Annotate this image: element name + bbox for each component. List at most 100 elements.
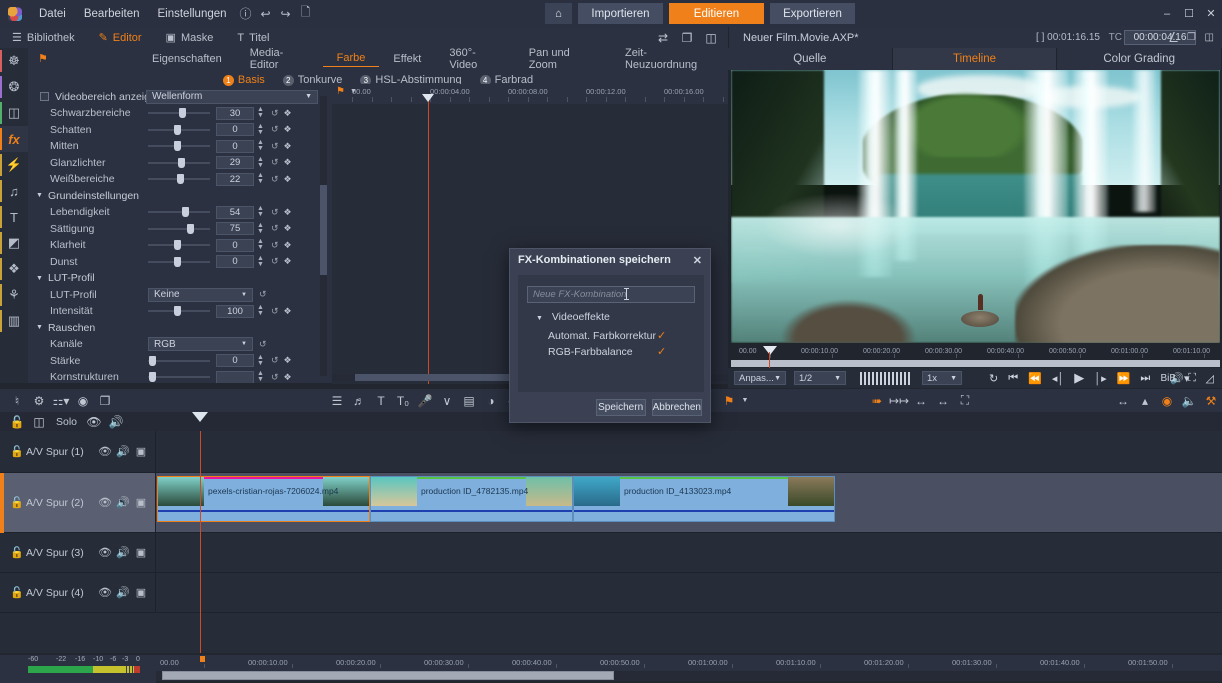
close-icon[interactable]: ✕ <box>693 254 702 267</box>
undo-icon[interactable]: ↩ <box>256 7 276 21</box>
layers-icon[interactable]: ❖ <box>0 256 28 282</box>
spinner-icon[interactable]: ▲ ▼ <box>256 222 265 235</box>
keyframe-icon[interactable]: ▣ <box>132 586 150 599</box>
title-t-icon[interactable]: T <box>370 394 392 408</box>
editor-tab-3[interactable]: Effekt <box>379 53 435 65</box>
import-button[interactable]: Importieren <box>578 3 663 24</box>
skip-start-icon[interactable]: ⏮ <box>1003 372 1023 385</box>
slider-knob[interactable] <box>173 256 181 267</box>
param-value-field[interactable]: 100 <box>216 304 254 318</box>
maximize-icon[interactable]: ☐ <box>1178 7 1200 20</box>
eye-icon[interactable]: 👁 <box>96 586 114 599</box>
param-slider[interactable] <box>148 157 210 169</box>
transition-icon[interactable]: ❂ <box>0 74 28 100</box>
reset-icon[interactable]: ↺ <box>271 207 279 218</box>
spinner-icon[interactable]: ▲ ▼ <box>256 123 265 136</box>
editor-tab-0[interactable]: Eigenschaften <box>138 53 236 65</box>
pointer-tool-icon[interactable]: ➠ <box>866 394 888 408</box>
keyframe-icon[interactable]: ❖ <box>284 372 292 383</box>
spinner-icon[interactable]: ▲ ▼ <box>256 304 265 317</box>
detach-icon[interactable]: ❐ <box>1187 32 1196 43</box>
help-icon[interactable]: ⓘ <box>236 5 256 22</box>
param-group[interactable]: ▼ Rauschen <box>28 320 328 337</box>
slider-knob[interactable] <box>177 174 185 185</box>
param-value-field[interactable] <box>216 370 254 383</box>
cancel-button[interactable]: Abbrechen <box>651 399 702 416</box>
play-icon[interactable]: ▶ <box>1069 370 1089 386</box>
storyboard-icon[interactable]: ▤ <box>458 394 480 408</box>
keyframe-icon[interactable]: ❖ <box>284 124 292 135</box>
param-value-field[interactable]: 0 <box>216 123 254 137</box>
slider-knob[interactable] <box>149 355 157 366</box>
timeline-track-1[interactable]: 🔓 A/V Spur (1) 👁 🔊 ▣ <box>0 431 1222 473</box>
speed-select[interactable]: 1x ▼ <box>922 371 962 385</box>
param-slider[interactable] <box>148 239 210 251</box>
param-slider[interactable] <box>148 305 210 317</box>
editor-tab-5[interactable]: Pan und Zoom <box>515 47 611 71</box>
editor-subtab-0[interactable]: 1 Basis <box>222 74 265 86</box>
track-header[interactable]: 🔓 A/V Spur (4) 👁 🔊 ▣ <box>0 573 156 613</box>
fx-orange-icon[interactable]: ◉ <box>1156 394 1178 408</box>
solo-button[interactable]: Solo <box>50 416 83 428</box>
timeline-track-2[interactable]: 🔓 A/V Spur (2) 👁 🔊 ▣ pexels-cristian-rojas-72… <box>0 473 1222 533</box>
mode-editor[interactable]: ✎ Editor <box>87 31 154 45</box>
mode-titel[interactable]: T Titel <box>225 32 281 44</box>
split-view-icon[interactable]: ◫ <box>1205 32 1214 43</box>
track-settings-icon[interactable]: ⚙ <box>28 394 50 408</box>
param-group[interactable]: ▼ LUT-Profil <box>28 270 328 287</box>
voice-record-icon[interactable]: 🎤 <box>414 394 436 408</box>
track-lane[interactable] <box>156 431 1222 473</box>
param-slider[interactable] <box>148 206 210 218</box>
fit-select[interactable]: Anpas... ▼ <box>734 371 786 385</box>
param-slider[interactable] <box>148 107 210 119</box>
lightning-effect-icon[interactable]: ⚡ <box>0 152 28 178</box>
folder-icon[interactable]: ◫ <box>0 100 28 126</box>
slider-knob[interactable] <box>173 124 181 135</box>
close-icon[interactable]: ✕ <box>1200 7 1222 20</box>
keyframe-icon[interactable]: ❖ <box>284 256 292 267</box>
eye-icon[interactable]: 👁 <box>96 546 114 559</box>
param-select[interactable]: Keine ▼ <box>148 287 253 302</box>
mode-bibliothek[interactable]: ☰ Bibliothek <box>0 31 87 45</box>
track-header[interactable]: 🔓 A/V Spur (3) 👁 🔊 ▣ <box>0 533 156 573</box>
spinner-icon[interactable]: ▲ ▼ <box>256 156 265 169</box>
speaker-icon[interactable]: 🔊 <box>114 586 132 599</box>
reset-icon[interactable]: ↺ <box>271 157 279 168</box>
track-header[interactable]: 🔓 A/V Spur (1) 👁 🔊 ▣ <box>0 431 156 473</box>
track-header[interactable]: 🔓 A/V Spur (2) 👁 🔊 ▣ <box>0 473 156 533</box>
menu-einstellungen[interactable]: Einstellungen <box>148 4 235 24</box>
editor-timeline-scroll-thumb[interactable] <box>355 374 515 381</box>
edit-button[interactable]: Editieren <box>669 3 764 24</box>
quality-select[interactable]: 1/2 ▼ <box>794 371 846 385</box>
spinner-icon[interactable]: ▲ ▼ <box>256 255 265 268</box>
chevron-down-icon[interactable]: ▼ <box>734 397 756 404</box>
loop-icon[interactable]: ↻ <box>984 372 1003 385</box>
editor-playhead-handle[interactable] <box>422 94 434 102</box>
reset-icon[interactable]: ↺ <box>271 124 279 135</box>
slider-knob[interactable] <box>173 141 181 152</box>
param-select[interactable]: RGB ▼ <box>148 337 253 352</box>
slider-knob[interactable] <box>186 223 194 234</box>
fx-item-checkbox[interactable]: ✓ <box>657 329 666 342</box>
keyframe-icon[interactable]: ❖ <box>284 355 292 366</box>
timeline-clip[interactable]: production ID_4782135.mp4 <box>370 476 573 522</box>
param-slider[interactable] <box>148 256 210 268</box>
preview-playhead-handle[interactable] <box>763 346 777 355</box>
lock-icon[interactable]: 🔓 <box>8 586 26 599</box>
magnet-snap-icon[interactable]: ⚏▾ <box>50 394 72 408</box>
snapshot-icon[interactable]: ◿ <box>1206 372 1214 385</box>
trim-out-icon[interactable]: ↔ <box>932 394 954 408</box>
add-track-icon[interactable]: ♮ <box>6 394 28 408</box>
param-slider[interactable] <box>148 371 210 383</box>
reset-icon[interactable]: ↺ <box>271 256 279 267</box>
fullscreen-icon[interactable]: ⛶ <box>1188 372 1196 385</box>
color-wheel-icon[interactable]: ◑ <box>480 394 502 408</box>
reset-icon[interactable]: ↺ <box>271 306 279 317</box>
export-button[interactable]: Exportieren <box>770 3 855 24</box>
track-lane[interactable] <box>156 533 1222 573</box>
home-button[interactable]: ⌂ <box>545 3 572 24</box>
param-slider[interactable] <box>148 355 210 367</box>
keyframe-icon[interactable]: ▣ <box>132 546 150 559</box>
reset-icon[interactable]: ↺ <box>259 289 267 300</box>
slider-knob[interactable] <box>182 207 190 218</box>
